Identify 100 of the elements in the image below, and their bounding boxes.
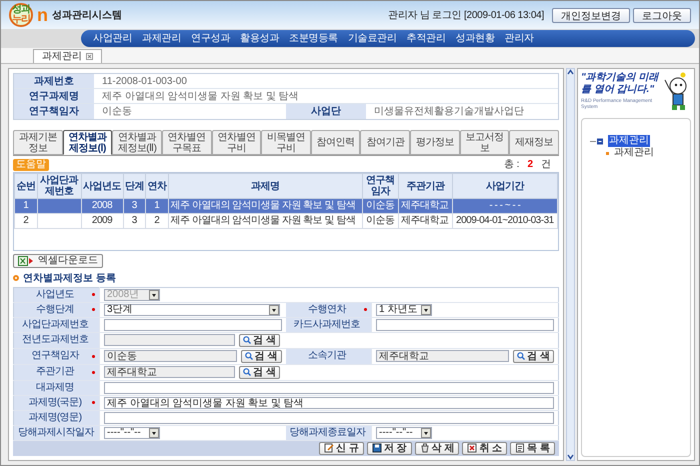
search-icon <box>517 352 526 360</box>
dropdown[interactable]: ----"--"-- <box>376 426 432 439</box>
tree-item[interactable]: 과제관리 <box>608 135 650 147</box>
detail-tab[interactable]: 참여기관 <box>360 130 410 155</box>
action-button[interactable]: 신 규 <box>319 442 364 455</box>
nav-link[interactable]: 기술료관리 <box>348 31 396 46</box>
table-cell: 제주대학교 <box>400 215 448 226</box>
total-count: 2 <box>527 158 533 172</box>
total-label: 총 : <box>504 158 520 172</box>
table-cell: 이순동 <box>366 215 395 226</box>
field-label: 연구과제명 <box>14 89 94 103</box>
scroll-up-icon[interactable] <box>567 69 574 75</box>
input-field[interactable] <box>104 412 554 424</box>
detail-tab[interactable]: 참여인력 <box>310 130 360 155</box>
table-row[interactable]: 2 2009 3 2 제주 아열대의 암석미생물 자원 확보 및 탐색 이순동 제주대학교 2009-04-01~2010-03-31 <box>14 214 558 228</box>
search-icon <box>243 336 252 344</box>
table-cell: 제주대학교 <box>400 200 448 211</box>
detail-tab[interactable]: 연차별연구비 <box>212 130 262 155</box>
field-label: 수행연차 <box>306 304 348 316</box>
detail-tab[interactable]: 제재정보 <box>509 130 560 155</box>
spreadsheet-icon <box>18 256 34 266</box>
dropdown-caret-icon <box>421 428 431 438</box>
input-field[interactable] <box>104 318 282 331</box>
input-field[interactable] <box>376 318 554 331</box>
table-cell: 2008 <box>92 200 112 211</box>
search-icon <box>243 368 252 376</box>
pencil-icon <box>324 443 334 454</box>
nav-link[interactable]: 추적관리 <box>406 31 446 46</box>
header-button[interactable]: 로그아웃 <box>633 8 691 22</box>
table-cell: 2009-04-01~2010-03-31 <box>456 215 554 226</box>
detail-tab[interactable]: 평가정보 <box>410 130 460 155</box>
field-label: 카드사과제번호 <box>292 318 361 331</box>
detail-tab[interactable]: 비목별연구비 <box>261 130 311 155</box>
logo-text: 성과 <box>12 5 30 15</box>
nav-link[interactable]: 조분명등록 <box>289 31 338 46</box>
scroll-down-icon[interactable] <box>567 454 574 460</box>
excel-download-button[interactable]: 엑셀다운로드 <box>13 254 103 268</box>
nav-link[interactable]: 연구성과 <box>191 31 230 46</box>
dropdown[interactable]: ----"--"-- <box>104 426 160 439</box>
system-name: 성과관리시스템 <box>52 8 122 22</box>
field-label: 과제명(국문) <box>27 396 83 409</box>
login-info: 관리자 님 로그인 [2009-01-06 13:04] <box>388 8 544 22</box>
detail-tab[interactable]: 연차별연구목표 <box>162 130 212 155</box>
bullet-icon <box>13 275 19 282</box>
header-button[interactable]: 개인정보변경 <box>552 8 630 22</box>
field-label: 주관기관 <box>35 366 76 378</box>
bullet-icon <box>606 152 609 154</box>
dropdown[interactable]: 1 차년도 <box>376 304 432 316</box>
page-tab[interactable]: 과제관리 <box>33 49 102 63</box>
nav-link[interactable]: 활용성과 <box>240 31 279 46</box>
table-row[interactable]: 1 2008 3 1 제주 아열대의 암석미생물 자원 확보 및 탐색 이순동 제주대학교 - - - ~ - - <box>14 198 558 214</box>
table-cell: 1 <box>23 200 28 211</box>
field-label: 과제번호 <box>14 74 94 88</box>
table-cell: 이순동 <box>366 200 395 211</box>
nav-link[interactable]: 과제관리 <box>142 31 181 46</box>
collapse-icon[interactable] <box>590 138 604 144</box>
action-button[interactable]: 목 록 <box>510 442 555 455</box>
input-field[interactable] <box>104 382 554 394</box>
input-field[interactable]: 제주 아열대의 암석미생물 자원 확보 및 탐색 <box>104 396 554 409</box>
table-cell: 3 <box>132 215 137 226</box>
document-icon <box>515 443 526 454</box>
field-label: 연구책임자 <box>14 104 94 119</box>
column-header: 순번 <box>14 174 38 198</box>
nav-link[interactable]: 성과현황 <box>456 31 494 46</box>
logo-letter: n <box>37 6 48 24</box>
column-header: 사업기간 <box>452 174 558 198</box>
total-unit: 건 <box>541 158 551 172</box>
field-label: 사업단과제번호 <box>20 318 90 331</box>
field-label: 과제명(영문) <box>27 412 83 424</box>
field-label: 당해과제종료일자 <box>290 426 366 439</box>
nav-link[interactable]: 사업관리 <box>93 31 132 46</box>
dropdown[interactable]: 3단계 <box>104 304 280 316</box>
field-label: 사업년도 <box>35 288 75 301</box>
table-cell: 3 <box>132 200 137 211</box>
close-icon[interactable] <box>86 53 93 60</box>
scrollbar[interactable] <box>566 68 575 461</box>
field-value: 11-2008-01-003-00 <box>101 74 188 88</box>
nav-link[interactable]: 관리자 <box>504 31 534 46</box>
table-cell: 2 <box>154 215 160 226</box>
action-button[interactable]: 삭 제 <box>414 442 460 455</box>
table-cell: - - - ~ - - <box>489 200 520 211</box>
detail-tab[interactable]: 과제기본정보 <box>13 130 63 155</box>
table-cell: 제주 아열대의 암석미생물 자원 확보 및 탐색 <box>170 215 356 226</box>
action-button[interactable]: 취 소 <box>462 442 508 455</box>
table-cell: 2 <box>23 215 28 226</box>
action-button[interactable]: 저 장 <box>366 442 412 455</box>
slogan: "과학기술의 미래를 열어 갑니다." <box>581 72 660 96</box>
field-value: 이순동 <box>101 105 133 119</box>
detail-tab[interactable]: 보고서정보 <box>460 130 510 155</box>
section-title: 연차별과제정보 등록 <box>23 272 116 286</box>
field-label: 수행단계 <box>35 304 75 316</box>
field-label: 대과제명 <box>35 382 75 394</box>
field-label: 전년도과제번호 <box>20 334 90 346</box>
search-icon <box>244 352 253 360</box>
tree-item[interactable]: 과제관리 <box>613 147 655 159</box>
trash-icon <box>420 443 430 454</box>
detail-tab[interactable]: 연차별과제정보(Ⅰ) <box>62 130 112 155</box>
field-label: 연구책임자 <box>30 350 80 362</box>
dropdown-caret-icon <box>149 290 159 300</box>
detail-tab[interactable]: 연차별과제정보(Ⅱ) <box>112 130 162 155</box>
